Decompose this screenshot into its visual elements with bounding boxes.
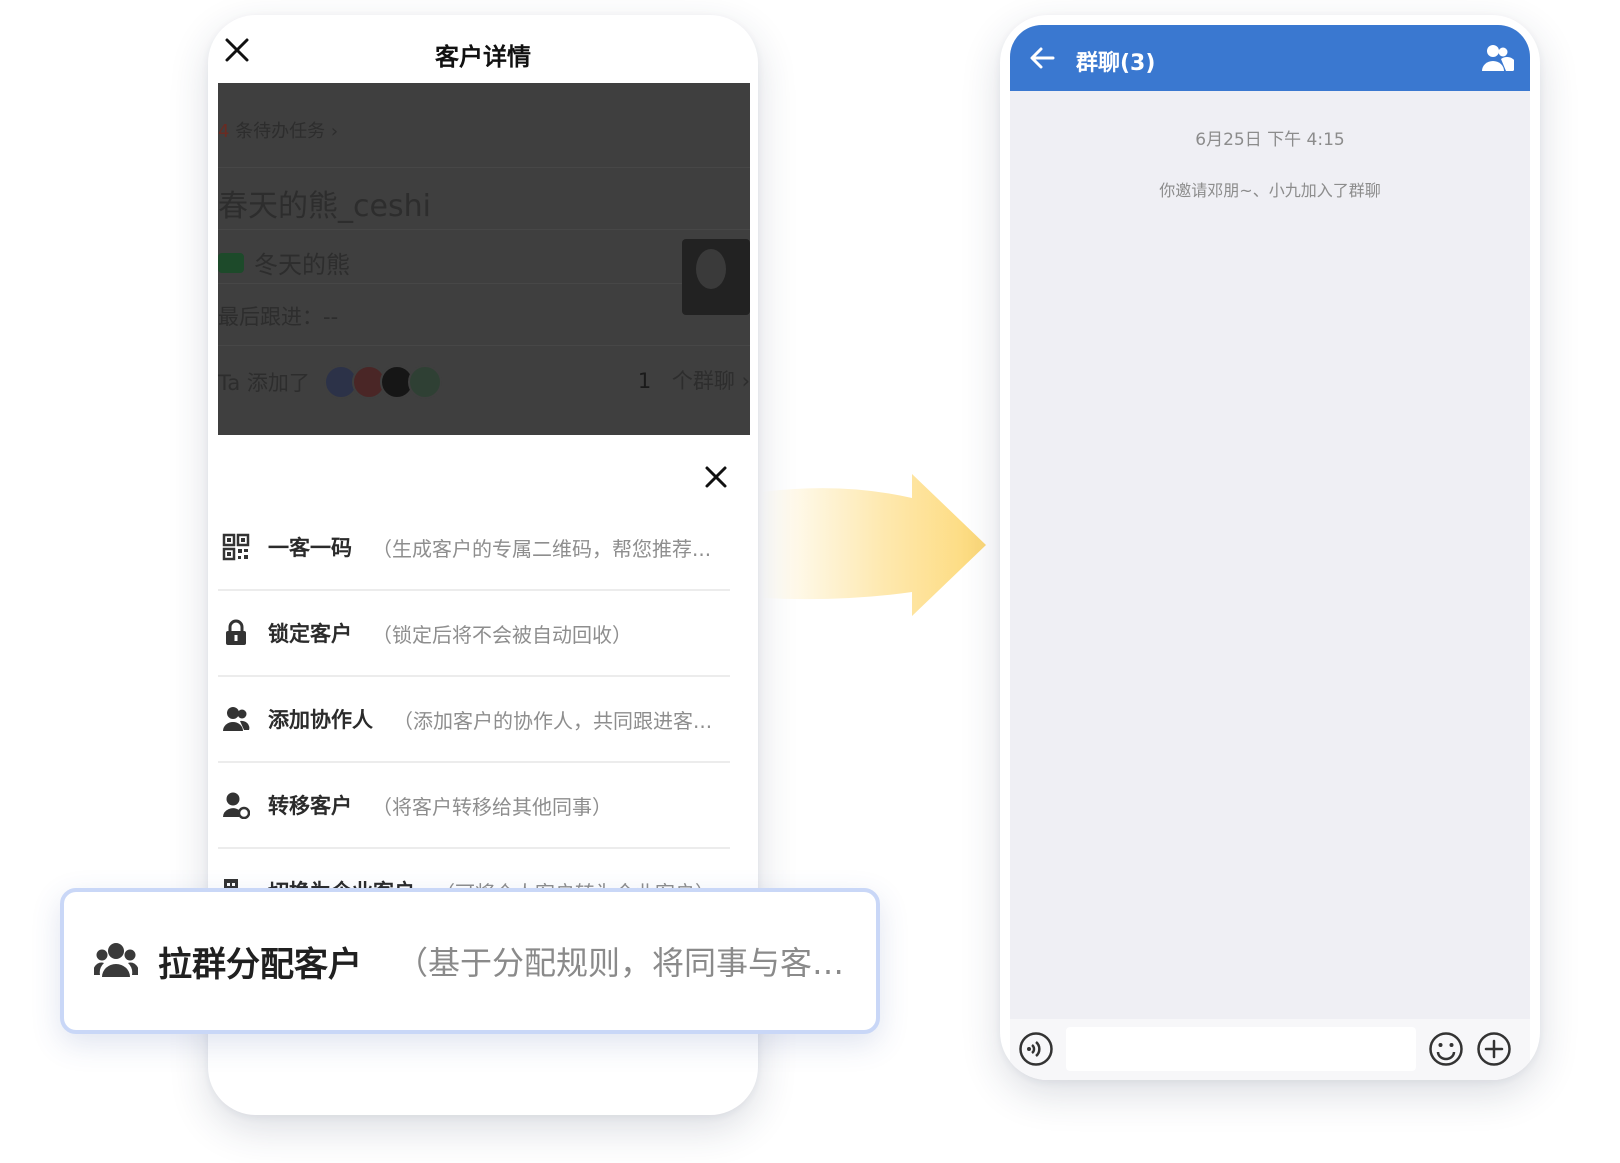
divider (218, 229, 750, 230)
avatar (407, 365, 442, 399)
pending-count: 4 (218, 121, 230, 142)
menu-item-label: 锁定客户 (268, 622, 352, 646)
chat-title: 群聊(3) (1076, 51, 1156, 76)
page-title: 客户详情 (435, 43, 531, 71)
dimmed-customer-card: 4 条待办任务 › 春天的熊_ceshi 冬天的熊 最后跟进：-- Ta 添加了… (218, 83, 750, 435)
menu-item-add-collaborator[interactable]: 添加协作人 （添加客户的协作人，共同跟进客... (218, 677, 730, 763)
lock-icon (226, 619, 246, 645)
wechat-row: 冬天的熊 (218, 245, 350, 280)
customer-detail-header: 客户详情 (208, 15, 758, 85)
menu-item-desc: （添加客户的协作人，共同跟进客... (393, 708, 713, 733)
chat-input-bar (1010, 1019, 1530, 1080)
group-chat-screen: 群聊(3) 6月25日 下午 4:15 你邀请邓朋~、小九加入了群聊 (1000, 15, 1540, 1080)
menu-item-desc: （锁定后将不会被自动回收） (372, 622, 632, 647)
add-collaborator-icon (223, 707, 250, 731)
sheet-close-icon[interactable] (702, 463, 730, 491)
divider (218, 345, 750, 346)
pending-tasks: 4 条待办任务 › (218, 117, 338, 143)
qr-code-icon (222, 533, 250, 561)
message-input[interactable] (1066, 1027, 1416, 1071)
menu-item-label: 一客一码 (268, 536, 352, 560)
divider (218, 283, 750, 284)
voice-icon[interactable] (1018, 1031, 1054, 1067)
emoji-icon[interactable] (1428, 1031, 1464, 1067)
group-users-icon (94, 943, 138, 977)
menu-item-group-assign-highlight[interactable]: 拉群分配客户 （基于分配规则，将同事与客户... (60, 888, 880, 1034)
system-message: 你邀请邓朋~、小九加入了群聊 (1159, 181, 1381, 200)
plus-icon[interactable] (1476, 1031, 1512, 1067)
pending-text: 条待办任务 › (235, 121, 339, 142)
menu-item-label: 添加协作人 (268, 708, 373, 732)
group-members-icon[interactable] (1480, 43, 1514, 73)
flow-arrow-icon (762, 474, 986, 616)
ta-added-label: Ta 添加了 (218, 371, 310, 395)
wechat-name: 冬天的熊 (254, 251, 350, 279)
action-sheet-menu: 一客一码 （生成客户的专属二维码，帮您推荐... 锁定客户 （锁定后将不会被自动… (218, 505, 730, 935)
menu-item-lock-customer[interactable]: 锁定客户 （锁定后将不会被自动回收） (218, 591, 730, 677)
group-count-text: 个群聊 › (671, 369, 750, 393)
divider (218, 167, 750, 168)
transfer-user-icon (223, 792, 250, 819)
highlight-desc: （基于分配规则，将同事与客户... (396, 944, 875, 982)
back-arrow-icon[interactable] (1028, 44, 1056, 72)
customer-avatar (682, 239, 750, 315)
menu-item-desc: （生成客户的专属二维码，帮您推荐... (372, 536, 712, 561)
chat-header: 群聊(3) (1010, 25, 1530, 91)
menu-item-qr-code[interactable]: 一客一码 （生成客户的专属二维码，帮您推荐... (218, 505, 730, 591)
group-avatars (323, 365, 442, 399)
wechat-icon (218, 252, 244, 273)
menu-item-desc: （将客户转移给其他同事） (372, 794, 612, 819)
customer-name: 春天的熊_ceshi (218, 189, 431, 224)
ta-added-row: Ta 添加了 (218, 365, 442, 399)
group-count-link: 1 个群聊 › (638, 365, 750, 395)
menu-item-label: 转移客户 (268, 794, 352, 818)
chat-timestamp: 6月25日 下午 4:15 (1195, 130, 1345, 150)
last-follow: 最后跟进：-- (218, 305, 339, 329)
chat-message-area (1010, 91, 1530, 1019)
highlight-label: 拉群分配客户 (158, 944, 362, 985)
group-count: 1 (637, 369, 652, 393)
menu-item-transfer-customer[interactable]: 转移客户 （将客户转移给其他同事） (218, 763, 730, 849)
